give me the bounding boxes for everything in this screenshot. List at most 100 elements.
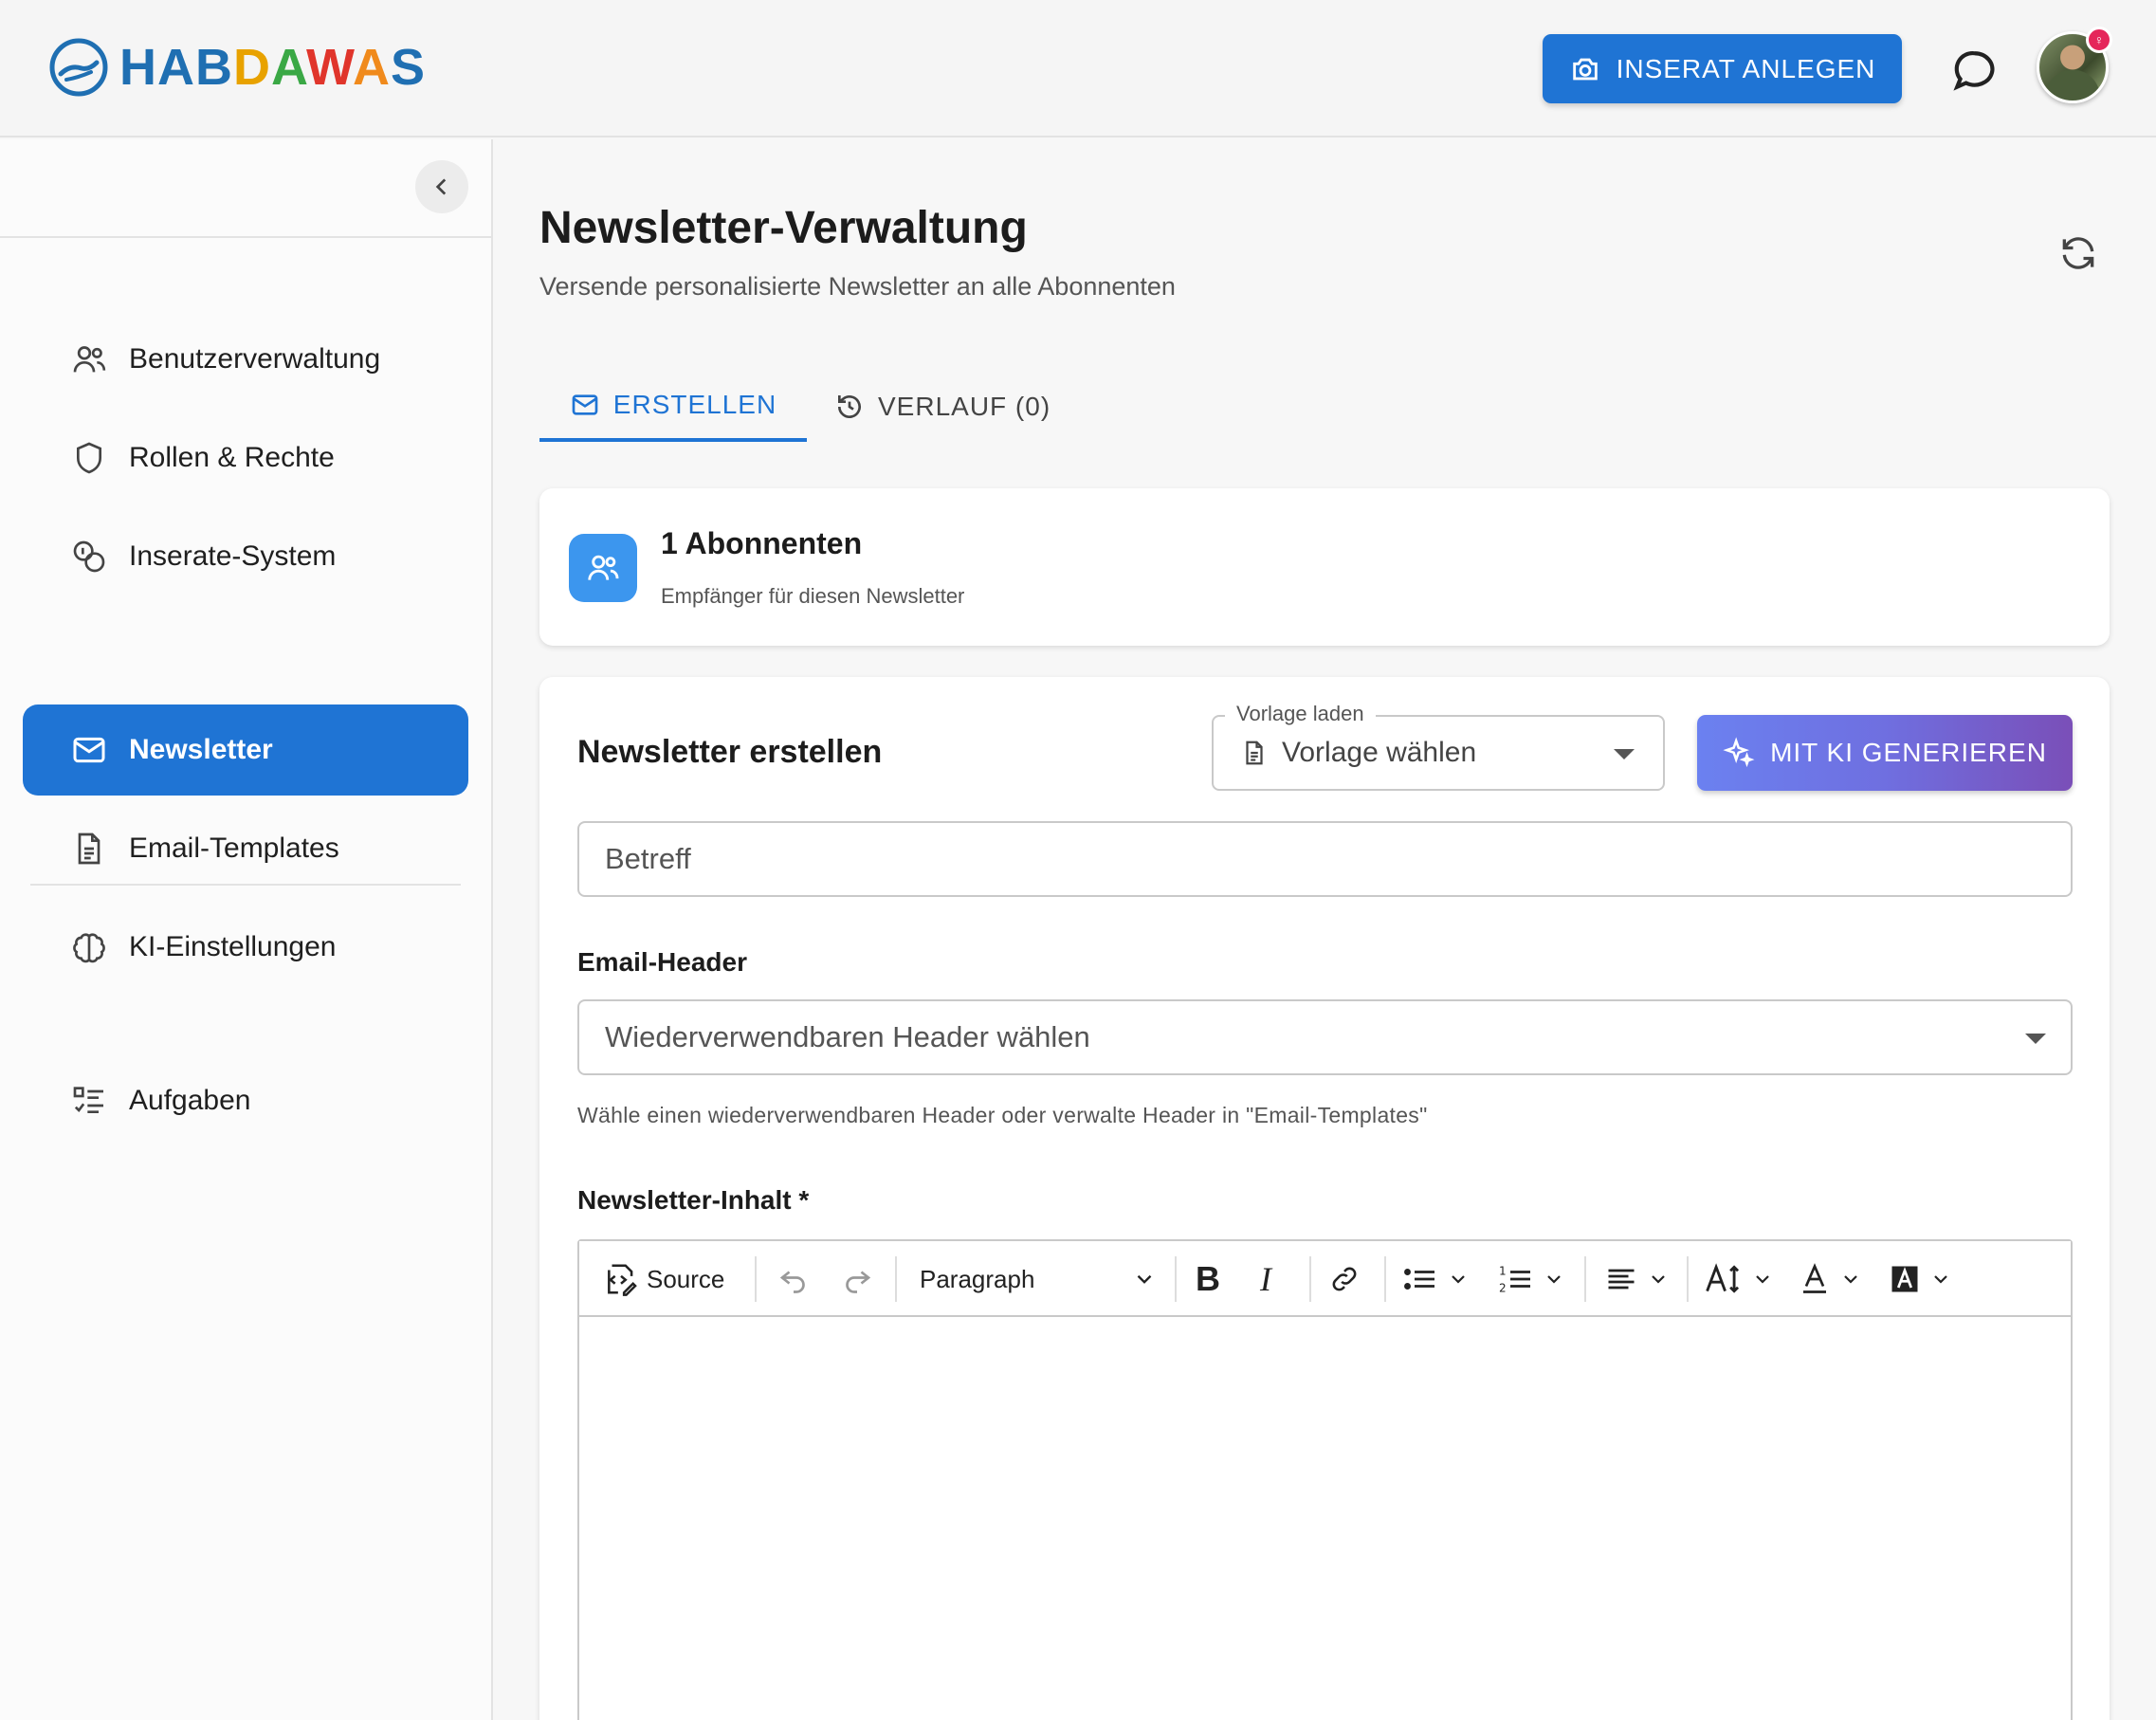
chevron-down-icon [1934,1275,1947,1284]
numbered-list-button[interactable]: 12 [1497,1241,1565,1317]
source-button[interactable]: Source [603,1241,724,1317]
mail-icon [73,737,105,763]
bold-icon: B [1196,1259,1220,1298]
email-header-help: Wähle einen wiederverwendbaren Header od… [577,1103,1428,1127]
camera-icon [1572,58,1598,80]
redo-icon [846,1271,871,1293]
rich-text-editor[interactable]: Source Paragraph B I 1 2 [577,1239,2073,1720]
editor-content-area[interactable] [579,1317,2071,1720]
users-icon [569,534,637,602]
sidebar-item-newsletter[interactable]: Newsletter [23,704,468,796]
divider [1309,1256,1311,1302]
redo-button[interactable] [840,1241,874,1317]
subject-input[interactable]: Betreff [577,821,2073,897]
page-subtitle: Versende personalisierte Newsletter an a… [539,272,1176,301]
shield-icon [77,442,101,474]
newsletter-form-card: Newsletter erstellen Vorlage laden Vorla… [539,677,2110,1720]
align-left-icon [1608,1269,1635,1290]
paragraph-label: Paragraph [920,1264,1035,1293]
chevron-left-icon [435,178,447,195]
chat-icon[interactable] [1951,47,1999,95]
notification-badge-icon: ♀ [2086,27,2112,53]
email-header-label: Email-Header [577,947,747,977]
tab-history[interactable]: VERLAUF (0) [834,372,1051,442]
content-label: Newsletter-Inhalt * [577,1185,810,1215]
link-icon [1332,1267,1357,1291]
collapse-sidebar-button[interactable] [415,160,468,213]
italic-icon: I [1260,1260,1271,1298]
background-color-dropdown[interactable] [1888,1241,1952,1317]
bold-button[interactable]: B [1196,1241,1220,1317]
bulleted-list-icon [1404,1269,1434,1290]
document-icon [78,833,100,865]
subscriber-description: Empfänger für diesen Newsletter [661,584,965,608]
divider [1384,1256,1386,1302]
editor-toolbar: Source Paragraph B I 1 2 [579,1241,2071,1317]
paragraph-dropdown[interactable]: Paragraph [920,1241,1157,1317]
chevron-down-icon [1844,1275,1857,1284]
sidebar-item-label: KI-Einstellungen [129,931,337,962]
coins-icon [73,540,105,573]
create-listing-button[interactable]: INSERAT ANLEGEN [1543,34,1902,103]
svg-text:1: 1 [1499,1265,1507,1278]
sidebar-item-ai-settings[interactable]: KI-Einstellungen [23,902,468,993]
sidebar-item-label: Email-Templates [129,833,339,864]
template-select-label: Vorlage laden [1225,702,1376,726]
form-title: Newsletter erstellen [577,734,883,770]
divider [895,1256,897,1302]
font-color-dropdown[interactable] [1798,1241,1862,1317]
sidebar-item-label: Inserate-System [129,540,337,572]
template-select-value: Vorlage wählen [1282,737,1477,768]
background-color-icon [1891,1266,1918,1292]
sidebar-item-users[interactable]: Benutzerverwaltung [23,314,468,405]
logo[interactable]: HABDAWAS [47,34,426,101]
italic-button[interactable]: I [1260,1241,1271,1317]
link-button[interactable] [1328,1241,1361,1317]
sidebar-item-label: Rollen & Rechte [129,442,335,473]
subscriber-card: 1 Abonnenten Empfänger für diesen Newsle… [539,488,2110,646]
font-color-icon [1803,1263,1826,1293]
subject-placeholder: Betreff [605,842,691,875]
email-header-select[interactable]: Wiederverwendbaren Header wählen [577,999,2073,1075]
chevron-down-icon [1452,1275,1465,1284]
alignment-dropdown[interactable] [1603,1241,1670,1317]
source-label: Source [647,1264,725,1293]
task-list-icon [73,1087,103,1113]
undo-button[interactable] [777,1241,811,1317]
caret-down-icon [2025,1034,2046,1044]
sparkles-icon [1723,737,1755,768]
document-icon [1246,741,1263,765]
create-listing-label: INSERAT ANLEGEN [1616,53,1876,83]
template-select[interactable]: Vorlage laden Vorlage wählen [1212,702,1665,791]
hand-heart-logo-icon [49,38,108,97]
numbered-list-icon: 12 [1499,1265,1530,1295]
mail-icon [572,394,598,415]
tab-create[interactable]: ERSTELLEN [539,372,807,442]
logo-text: HABDAWAS [119,39,427,96]
bulleted-list-button[interactable] [1401,1241,1470,1317]
font-size-icon [1706,1263,1740,1293]
sidebar: Benutzerverwaltung Rollen & Rechte Inser… [0,139,493,1720]
generate-with-ai-button[interactable]: MIT KI GENERIEREN [1697,715,2073,791]
sidebar-item-email-templates[interactable]: Email-Templates [23,803,468,894]
sidebar-item-label: Benutzerverwaltung [129,343,381,375]
chevron-down-icon [1756,1275,1769,1284]
chevron-down-icon [1137,1274,1152,1284]
subscriber-count: 1 Abonnenten [661,526,863,560]
divider [1687,1256,1689,1302]
tab-label: ERSTELLEN [612,390,777,419]
undo-icon [779,1271,805,1293]
refresh-icon[interactable] [2057,232,2099,274]
brain-icon [73,933,105,963]
sidebar-item-tasks[interactable]: Aufgaben [23,1055,468,1146]
top-bar: HABDAWAS INSERAT ANLEGEN ♀ [0,0,2156,137]
chevron-down-icon [1652,1275,1665,1284]
font-size-dropdown[interactable] [1704,1241,1774,1317]
divider [755,1256,757,1302]
source-icon [608,1264,637,1296]
page-title: Newsletter-Verwaltung [539,203,1028,253]
users-icon [73,346,106,373]
divider [1175,1256,1177,1302]
sidebar-item-roles[interactable]: Rollen & Rechte [23,412,468,503]
sidebar-item-listings[interactable]: Inserate-System [23,511,468,602]
